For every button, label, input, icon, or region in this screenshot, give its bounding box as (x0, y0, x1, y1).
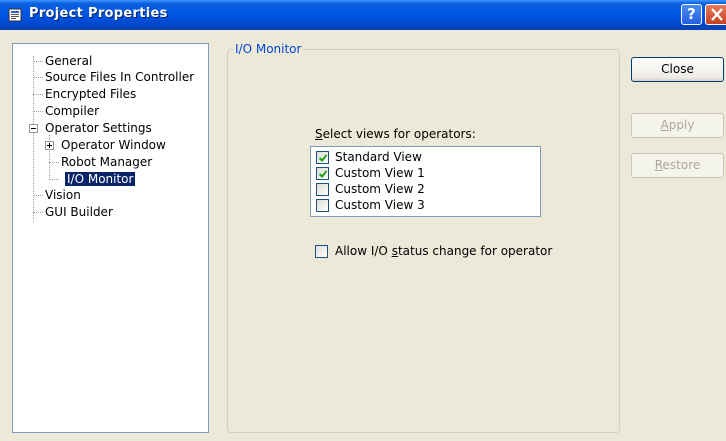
tree-connector (49, 162, 59, 163)
window-close-button[interactable] (705, 4, 726, 25)
tree-item-vision[interactable]: Vision (45, 187, 81, 203)
expand-operator-window-icon[interactable] (45, 141, 54, 150)
project-properties-icon (8, 8, 22, 22)
tree-connector (33, 212, 43, 213)
tree-connector (33, 77, 43, 78)
tree-item-gui-builder[interactable]: GUI Builder (45, 204, 113, 220)
check-icon (318, 170, 328, 178)
settings-tree[interactable]: General Source Files In Controller Encry… (12, 43, 209, 433)
check-icon (318, 154, 328, 162)
tree-item-io-monitor[interactable]: I/O Monitor (65, 171, 136, 187)
close-button[interactable]: Close (631, 57, 724, 82)
allow-io-status-label: Allow I/O status change for operator (335, 244, 553, 258)
tree-item-operator-settings[interactable]: Operator Settings (45, 120, 152, 136)
tree-item-robot-manager[interactable]: Robot Manager (61, 154, 152, 170)
tree-connector (33, 195, 43, 196)
tree-connector (33, 61, 43, 62)
help-icon: ? (687, 5, 696, 23)
tree-item-encrypted-files[interactable]: Encrypted Files (45, 86, 136, 102)
tree-item-compiler[interactable]: Compiler (45, 103, 99, 119)
tree-connector (49, 179, 59, 180)
apply-button[interactable]: Apply (631, 113, 724, 138)
tree-item-general[interactable]: General (45, 53, 92, 69)
allow-io-status-checkbox[interactable] (315, 245, 328, 258)
checkbox-checked[interactable] (316, 167, 329, 180)
tree-connector (33, 111, 43, 112)
tree-connector (33, 94, 43, 95)
help-button[interactable]: ? (681, 4, 702, 25)
tree-item-operator-window[interactable]: Operator Window (61, 137, 166, 153)
close-icon (711, 8, 723, 21)
checkbox-checked[interactable] (316, 151, 329, 164)
tree-connector (33, 56, 34, 222)
restore-button[interactable]: Restore (631, 153, 724, 178)
checkbox-unchecked[interactable] (316, 183, 329, 196)
tree-item-source-files[interactable]: Source Files In Controller (45, 69, 194, 85)
collapse-operator-settings-icon[interactable] (29, 124, 38, 133)
title-bar[interactable]: Project Properties ? (0, 0, 726, 30)
window-title: Project Properties (29, 6, 168, 21)
views-label: Select views for operators: (315, 127, 476, 141)
io-monitor-group (227, 49, 620, 433)
group-title: I/O Monitor (233, 42, 304, 56)
checkbox-unchecked[interactable] (316, 199, 329, 212)
views-checklist[interactable]: Standard View Custom View 1 Custom View … (310, 146, 541, 217)
